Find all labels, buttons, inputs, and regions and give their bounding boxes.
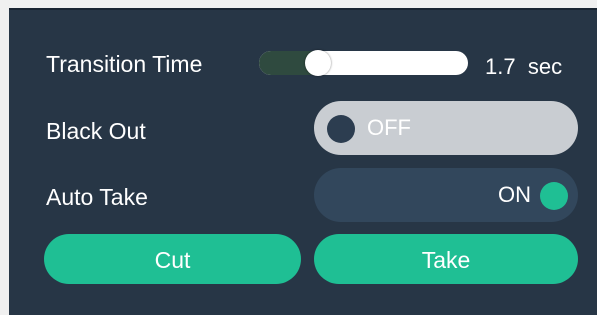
black-out-label: Black Out bbox=[46, 118, 146, 144]
transition-time-label: Transition Time bbox=[46, 51, 203, 77]
transition-value-unit: sec bbox=[527, 54, 563, 79]
auto-take-toggle[interactable]: ON bbox=[314, 168, 578, 222]
cut-button[interactable]: Cut bbox=[44, 234, 301, 284]
transition-value-number: 1.7 bbox=[485, 54, 516, 79]
black-out-state: OFF bbox=[367, 115, 411, 140]
black-out-toggle[interactable]: OFF bbox=[314, 101, 578, 155]
transition-time-slider[interactable] bbox=[259, 50, 468, 76]
take-button[interactable]: Take bbox=[314, 234, 578, 284]
transition-panel: Transition Time 1.7 sec Black Out OFF Au… bbox=[9, 8, 597, 315]
slider-thumb[interactable] bbox=[304, 50, 331, 76]
toggle-knob bbox=[327, 115, 355, 143]
auto-take-label: Auto Take bbox=[46, 184, 148, 210]
transition-time-value: 1.7 sec bbox=[485, 54, 562, 80]
toggle-knob bbox=[540, 182, 568, 210]
auto-take-state: ON bbox=[498, 182, 531, 207]
